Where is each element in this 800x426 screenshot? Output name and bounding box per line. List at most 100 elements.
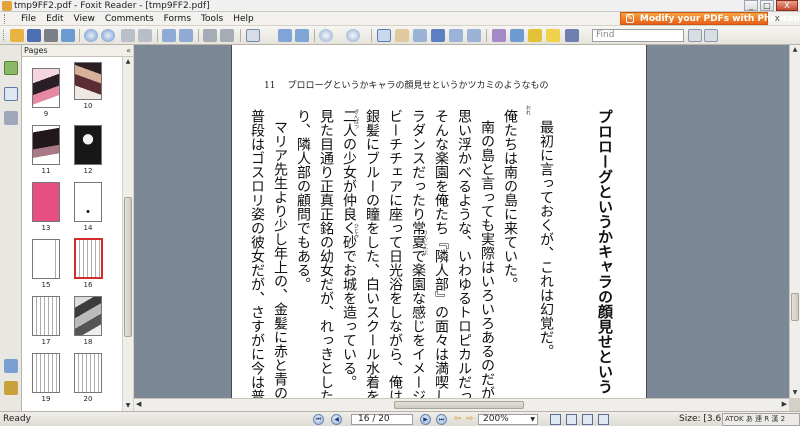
minimize-button[interactable]: _ <box>744 0 758 11</box>
fit-width-icon[interactable] <box>295 29 309 42</box>
page-number-field[interactable]: 16 / 20 <box>351 414 413 425</box>
text-column: 見た目通り正真正銘の幼女だが、れっきとした <box>318 109 334 398</box>
page-number-label: 11 <box>41 167 51 175</box>
text-select-tool-icon[interactable] <box>395 29 409 42</box>
menu-comments[interactable]: Comments <box>100 12 159 26</box>
close-button[interactable]: X <box>776 0 798 11</box>
menu-help[interactable]: Help <box>228 12 259 26</box>
pencil-icon[interactable] <box>565 29 579 42</box>
page-thumbnail[interactable] <box>74 125 102 165</box>
scroll-right-icon[interactable]: ▶ <box>782 400 787 408</box>
window-title: tmp9FF2.pdf - Foxit Reader - [tmp9FF2.pd… <box>14 1 210 11</box>
go-forward-icon[interactable]: ⇨ <box>464 414 475 425</box>
menu-edit[interactable]: Edit <box>41 12 68 26</box>
note-icon[interactable] <box>510 29 524 42</box>
ruby-text: おれ <box>525 105 531 115</box>
scroll-left-icon[interactable]: ◀ <box>136 400 141 408</box>
previous-page-icon[interactable] <box>84 29 98 42</box>
horizontal-scroll-thumb[interactable] <box>394 401 524 409</box>
pages-panel-title: Pages <box>24 46 48 55</box>
highlight-icon[interactable] <box>528 29 542 42</box>
page-thumbnail[interactable] <box>74 62 102 100</box>
text-column: 最初に言っておくが、これは幻覚だ。 <box>538 120 554 358</box>
bookmark-icon[interactable] <box>492 29 506 42</box>
zoom-tool-icon[interactable] <box>246 29 260 42</box>
page-number-label: 20 <box>83 395 93 403</box>
zoom-in-icon[interactable] <box>346 29 360 42</box>
open-icon[interactable] <box>10 29 24 42</box>
typewriter-icon[interactable] <box>431 29 445 42</box>
maximize-button[interactable]: □ <box>760 0 774 11</box>
snapshot-icon[interactable] <box>179 29 193 42</box>
page-thumbnail[interactable] <box>74 296 102 336</box>
hand-tool-icon[interactable] <box>377 29 391 42</box>
last-page-icon[interactable]: ⏭ <box>436 414 447 425</box>
layers-tab-icon[interactable] <box>4 111 18 125</box>
page-thumbnail[interactable] <box>32 68 60 108</box>
fit-page-icon[interactable] <box>278 29 292 42</box>
ime-toolbar[interactable]: ATOK あ 連 R 漢 2 <box>722 413 800 426</box>
collapse-panel-button[interactable]: « <box>126 45 131 57</box>
page-thumbnail[interactable] <box>32 353 60 393</box>
menu-file[interactable]: File <box>16 12 41 26</box>
find-previous-icon[interactable] <box>688 29 702 42</box>
pages-tab-icon[interactable] <box>4 87 18 101</box>
menu-tools[interactable]: Tools <box>196 12 228 26</box>
email-icon[interactable] <box>61 29 75 42</box>
find-input[interactable]: Find <box>592 29 684 42</box>
previous-page-button[interactable]: ◀ <box>331 414 342 425</box>
continuous-layout-icon[interactable] <box>566 414 577 425</box>
next-page-button[interactable]: ▶ <box>420 414 431 425</box>
phantom-promo-banner[interactable]: ✎ Modify your PDFs with Phantom <box>620 12 800 25</box>
scroll-up-icon[interactable]: ▲ <box>790 45 800 55</box>
menu-view[interactable]: View <box>69 12 100 26</box>
page-thumbnail[interactable] <box>32 125 60 165</box>
find-next-icon[interactable] <box>704 29 718 42</box>
text-column: 思い浮かべるような、いわゆるトロピカルだった <box>456 109 472 398</box>
menu-forms[interactable]: Forms <box>159 12 196 26</box>
scroll-down-icon[interactable]: ▼ <box>123 401 133 411</box>
page-number-label: 14 <box>83 224 93 232</box>
facing-layout-icon[interactable] <box>582 414 593 425</box>
continuous-facing-layout-icon[interactable] <box>598 414 609 425</box>
textbox-icon[interactable] <box>449 29 463 42</box>
paperclip-icon[interactable] <box>4 381 18 395</box>
menu-grip <box>4 14 7 24</box>
vertical-scrollbar[interactable]: ▲ ▼ <box>789 45 800 398</box>
go-back-icon[interactable]: ⇦ <box>452 414 463 425</box>
scroll-down-icon[interactable]: ▼ <box>790 388 800 398</box>
link-icon[interactable] <box>467 29 481 42</box>
zoom-field[interactable]: 200% ▼ <box>478 414 538 425</box>
pages-scroll-thumb[interactable] <box>124 197 132 337</box>
single-page-layout-icon[interactable] <box>550 414 561 425</box>
page-thumbnail[interactable] <box>32 239 60 279</box>
page-thumbnail-selected[interactable] <box>74 238 103 279</box>
attachments-tab-icon[interactable] <box>4 359 18 373</box>
horizontal-scrollbar[interactable]: ◀ ▶ <box>134 398 789 411</box>
pages-scrollbar[interactable]: ▲ ▼ <box>122 57 133 411</box>
document-close-button[interactable]: x <box>775 14 780 24</box>
redo-icon[interactable] <box>220 29 234 42</box>
text-column: ビーチチェアに座って日光浴をしながら、俺は <box>387 109 403 398</box>
page-thumbnail[interactable] <box>32 296 60 336</box>
zoom-out-icon[interactable] <box>319 29 333 42</box>
next-page-icon[interactable] <box>101 29 115 42</box>
bookmarks-tab-icon[interactable] <box>4 61 18 75</box>
forward-icon[interactable] <box>138 29 152 42</box>
first-page-icon[interactable]: ⏮ <box>313 414 324 425</box>
chevron-down-icon[interactable]: ▼ <box>530 415 535 424</box>
save-icon[interactable] <box>27 29 41 42</box>
back-icon[interactable] <box>121 29 135 42</box>
document-viewport[interactable]: 11 プロローグというかキャラの顔見せというかツカミのようなもの プロローグという… <box>134 45 789 398</box>
vertical-scroll-thumb[interactable] <box>791 293 799 321</box>
scroll-up-icon[interactable]: ▲ <box>123 57 133 67</box>
foxit-app-icon <box>2 1 12 11</box>
comment-icon[interactable] <box>546 29 560 42</box>
find-binoculars-icon[interactable] <box>413 29 427 42</box>
page-thumbnail[interactable] <box>74 182 102 222</box>
print-icon[interactable] <box>44 29 58 42</box>
page-thumbnail[interactable] <box>32 182 60 222</box>
undo-icon[interactable] <box>203 29 217 42</box>
page-thumbnail[interactable] <box>74 353 102 393</box>
select-text-icon[interactable] <box>162 29 176 42</box>
